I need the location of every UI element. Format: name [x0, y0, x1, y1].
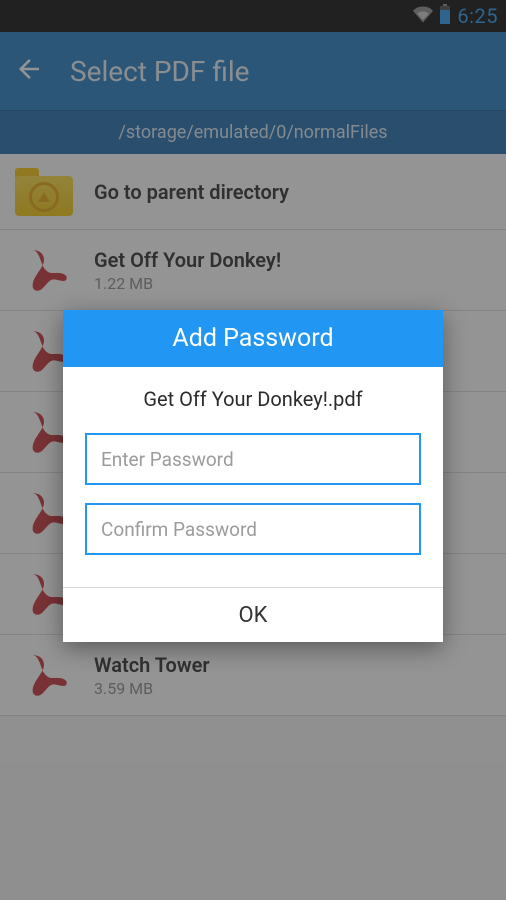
dialog-title: Add Password — [63, 310, 443, 367]
password-input[interactable] — [85, 433, 421, 485]
dialog-filename: Get Off Your Donkey!.pdf — [85, 387, 421, 411]
add-password-dialog: Add Password Get Off Your Donkey!.pdf OK — [63, 310, 443, 642]
confirm-password-input[interactable] — [85, 503, 421, 555]
modal-overlay[interactable]: Add Password Get Off Your Donkey!.pdf OK — [0, 0, 506, 900]
ok-button[interactable]: OK — [63, 588, 443, 642]
